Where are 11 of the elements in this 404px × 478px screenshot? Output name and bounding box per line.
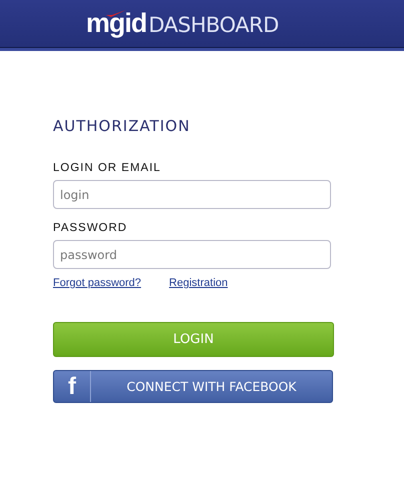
logo: mgid [86, 8, 146, 39]
form-title: AUTHORIZATION [53, 117, 192, 135]
button-label: CONNECT WITH FACEBOOK [126, 378, 298, 396]
link[interactable]: Registration [169, 277, 228, 289]
header-title: DASHBOARD [148, 13, 279, 37]
field-label: PASSWORD [53, 222, 128, 234]
input-field[interactable]: password [53, 240, 331, 269]
field-label: LOGIN OR EMAIL [53, 162, 162, 174]
input-field[interactable]: login [53, 180, 331, 209]
link[interactable]: Forgot password? [53, 277, 142, 289]
facebook-button[interactable]: f CONNECT WITH FACEBOOK [53, 370, 333, 403]
